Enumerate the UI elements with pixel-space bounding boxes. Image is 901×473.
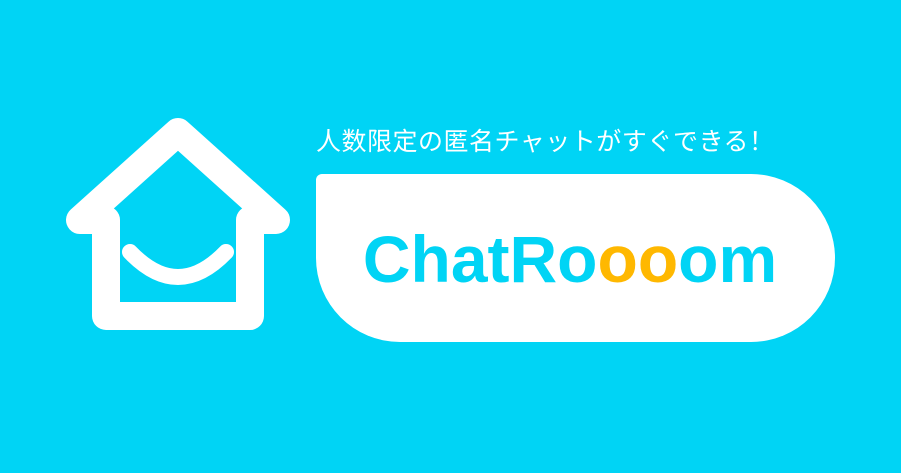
wordmark-start: ChatRo: [362, 222, 598, 296]
house-outline: [66, 118, 290, 330]
house-smile-icon: [66, 118, 290, 330]
wordmark-end: om: [678, 222, 778, 296]
wordmark-highlight: oo: [597, 222, 679, 296]
tagline: 人数限定の匿名チャットがすぐできる！: [316, 127, 775, 156]
smile-mouth: [122, 244, 234, 285]
hero-banner: 人数限定の匿名チャットがすぐできる！ ChatRoooom: [0, 0, 901, 473]
wordmark-logo: ChatRoooom: [330, 214, 810, 304]
